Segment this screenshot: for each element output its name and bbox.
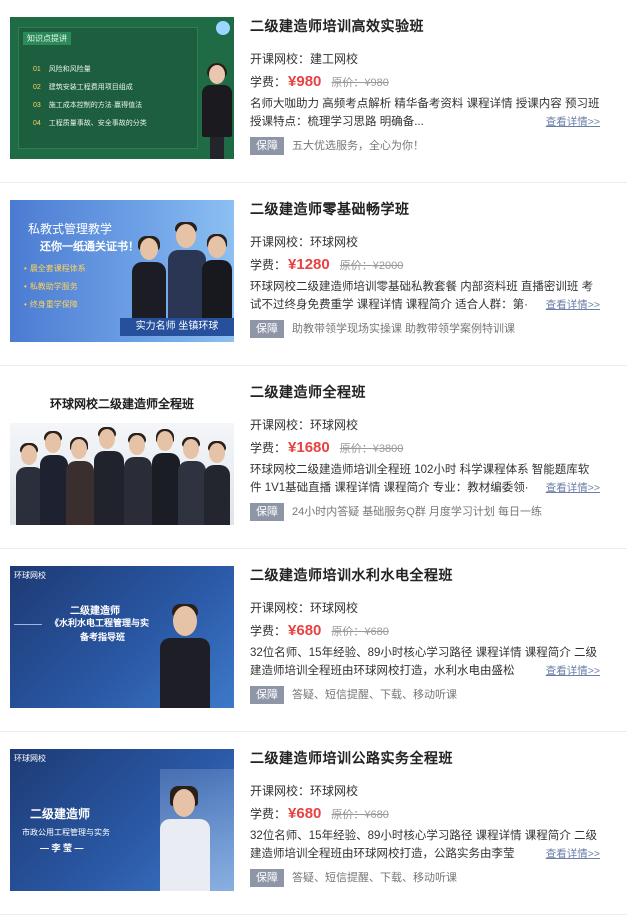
board-line: 04 工程质量事故、安全事故的分类 xyxy=(33,120,147,127)
school-name: 环球网校 xyxy=(310,418,359,432)
course-thumbnail[interactable]: 知识点提讲 01 风险和风险量 02 建筑安装工程费用项目组成 03 施工成本控制的方… xyxy=(10,17,234,159)
price-row: 学费： ¥980 原价：¥980 xyxy=(250,73,389,90)
price-row: 学费： ¥680 原价：¥680 xyxy=(250,805,389,822)
school-line: 开课网校：环球网校 xyxy=(250,784,359,798)
course-title[interactable]: 二级建造师培训高效实验班 xyxy=(250,16,600,38)
brand-logo: 环球网校 xyxy=(14,754,46,763)
price-row: 学费： ¥1680 原价：¥3800 xyxy=(250,439,404,456)
board-line: 02 建筑安装工程费用项目组成 xyxy=(33,84,133,91)
view-details-link[interactable]: 查看详情>> xyxy=(539,479,600,497)
course-thumbnail[interactable]: 私教式管理教学 还你一纸通关证书！ • 晨全套课程体系 • 私教助学服务 • 终身重学… xyxy=(10,200,234,342)
guarantee-row: 保障 答疑、短信提醒、下载、移动听课 xyxy=(250,869,600,887)
guarantee-text: 答疑、短信提醒、下载、移动听课 xyxy=(292,872,457,884)
school-name: 环球网校 xyxy=(310,235,359,249)
course-description: 32位名师、15年经验、89小时核心学习路径 课程详情 课程简介 二级建造师培训… xyxy=(250,644,600,680)
school-name: 建工网校 xyxy=(310,52,359,66)
guarantee-row: 保障 五大优选服务，全心为你！ xyxy=(250,137,600,155)
course-card: 环球网校 二级建造师 市政公用工程管理与实务 — 李 莹 — 二级建造师培训公路… xyxy=(0,732,627,915)
course-thumbnail[interactable]: 环球网校 二级建造师 市政公用工程管理与实务 — 李 莹 — xyxy=(10,749,234,891)
course-description: 环球网校二级建造师培训全程班 102小时 科学课程体系 智能题库软件 1V1基础… xyxy=(250,461,600,497)
course-info: 二级建造师全程班 开课网校：环球网校 学费： ¥1680 原价：¥3800 环球网校… xyxy=(250,382,600,521)
guarantee-badge: 保障 xyxy=(250,686,284,704)
course-thumbnail[interactable]: 环球网校 二级建造师 《水利水电工程管理与实 备考指导班 xyxy=(10,566,234,708)
brand-logo-icon xyxy=(216,21,230,35)
course-thumbnail[interactable]: 环球网校二级建造师全程班 xyxy=(10,383,234,525)
price: ¥680 xyxy=(288,805,322,822)
school-name: 环球网校 xyxy=(310,784,359,798)
teacher-figure xyxy=(200,63,234,159)
original-price: 原价：¥3800 xyxy=(339,443,404,455)
course-info: 二级建造师培训水利水电全程班 开课网校：环球网校 学费： ¥680 原价：¥680 … xyxy=(250,565,600,704)
blackboard: 知识点提讲 01 风险和风险量 02 建筑安装工程费用项目组成 03 施工成本控制的方… xyxy=(18,27,198,149)
course-title[interactable]: 二级建造师培训水利水电全程班 xyxy=(250,565,600,587)
original-price: 原价：¥980 xyxy=(331,77,389,89)
board-line: 01 风险和风险量 xyxy=(33,66,91,73)
guarantee-text: 24小时内答疑 基础服务Q群 月度学习计划 每日一练 xyxy=(292,506,542,518)
price: ¥980 xyxy=(288,73,322,90)
school-line: 开课网校：环球网校 xyxy=(250,601,359,615)
view-details-link[interactable]: 查看详情>> xyxy=(539,845,600,863)
original-price: 原价：¥680 xyxy=(331,626,389,638)
guarantee-row: 保障 助教带领学现场实操课 助教带领学案例特训课 xyxy=(250,320,600,338)
course-card: 知识点提讲 01 风险和风险量 02 建筑安装工程费用项目组成 03 施工成本控制的方… xyxy=(0,0,627,183)
thumb-subheading: 还你一纸通关证书！ xyxy=(40,241,139,253)
price: ¥1280 xyxy=(288,256,330,273)
thumb-bullets: • 晨全套课程体系 • 私教助学服务 • 终身重学保障 xyxy=(24,264,86,309)
teacher-name: — 李 莹 — xyxy=(40,843,84,853)
course-info: 二级建造师培训高效实验班 开课网校：建工网校 学费： ¥980 原价：¥980 名师… xyxy=(250,16,600,155)
course-description: 环球网校二级建造师培训零基础私教套餐 内部资料班 直播密训班 考试不过终身免费重… xyxy=(250,278,600,314)
thumb-heading: 环球网校二级建造师全程班 xyxy=(49,397,194,411)
price-row: 学费： ¥1280 原价：¥2000 xyxy=(250,256,404,273)
view-details-link[interactable]: 查看详情>> xyxy=(539,113,600,131)
view-details-link[interactable]: 查看详情>> xyxy=(539,662,600,680)
original-price: 原价：¥680 xyxy=(331,809,389,821)
course-title[interactable]: 二级建造师培训公路实务全程班 xyxy=(250,748,600,770)
thumb-banner: 实力名师 坐镇环球 xyxy=(120,318,234,336)
course-title[interactable]: 二级建造师零基础畅学班 xyxy=(250,199,600,221)
brand-logo: 环球网校 xyxy=(14,571,46,580)
guarantee-badge: 保障 xyxy=(250,320,284,338)
thumb-subheading: 市政公用工程管理与实务 xyxy=(22,828,110,837)
thumb-subheading: 备考指导班 xyxy=(80,632,126,642)
course-card: 环球网校二级建造师全程班 二级建造师全程班 开课网校：环球网校 学费： ¥1680… xyxy=(0,366,627,549)
guarantee-row: 保障 24小时内答疑 基础服务Q群 月度学习计划 每日一练 xyxy=(250,503,600,521)
course-info: 二级建造师培训公路实务全程班 开课网校：环球网校 学费： ¥680 原价：¥680 … xyxy=(250,748,600,887)
school-line: 开课网校：建工网校 xyxy=(250,52,359,66)
course-title[interactable]: 二级建造师全程班 xyxy=(250,382,600,404)
course-card: 私教式管理教学 还你一纸通关证书！ • 晨全套课程体系 • 私教助学服务 • 终身重学… xyxy=(0,183,627,366)
guarantee-text: 五大优选服务，全心为你！ xyxy=(292,140,424,152)
guarantee-text: 助教带领学现场实操课 助教带领学案例特训课 xyxy=(292,323,516,335)
view-details-link[interactable]: 查看详情>> xyxy=(539,296,600,314)
guarantee-badge: 保障 xyxy=(250,137,284,155)
course-description: 名师大咖助力 高频考点解析 精华备考资料 课程详情 授课内容 预习班 授课特点：… xyxy=(250,95,600,131)
course-info: 二级建造师零基础畅学班 开课网校：环球网校 学费： ¥1280 原价：¥2000 环… xyxy=(250,199,600,338)
school-name: 环球网校 xyxy=(310,601,359,615)
thumb-heading: 二级建造师 xyxy=(70,606,120,617)
price-row: 学费： ¥680 原价：¥680 xyxy=(250,622,389,639)
thumb-subheading: 《水利水电工程管理与实 xyxy=(50,618,150,628)
thumb-heading: 私教式管理教学 xyxy=(28,222,113,236)
guarantee-row: 保障 答疑、短信提醒、下载、移动听课 xyxy=(250,686,600,704)
divider xyxy=(14,624,42,625)
guarantee-badge: 保障 xyxy=(250,869,284,887)
guarantee-badge: 保障 xyxy=(250,503,284,521)
original-price: 原价：¥2000 xyxy=(339,260,404,272)
course-description: 32位名师、15年经验、89小时核心学习路径 课程详情 课程简介 二级建造师培训… xyxy=(250,827,600,863)
board-title: 知识点提讲 xyxy=(23,32,71,45)
thumb-heading: 二级建造师 xyxy=(30,807,91,821)
board-line: 03 施工成本控制的方法·赢得值法 xyxy=(33,102,143,109)
course-card: 环球网校 二级建造师 《水利水电工程管理与实 备考指导班 二级建造师培训水利水电… xyxy=(0,549,627,732)
price: ¥1680 xyxy=(288,439,330,456)
guarantee-text: 答疑、短信提醒、下载、移动听课 xyxy=(292,689,457,701)
course-list: 知识点提讲 01 风险和风险量 02 建筑安装工程费用项目组成 03 施工成本控制的方… xyxy=(0,0,637,919)
school-line: 开课网校：环球网校 xyxy=(250,418,359,432)
price: ¥680 xyxy=(288,622,322,639)
school-line: 开课网校：环球网校 xyxy=(250,235,359,249)
